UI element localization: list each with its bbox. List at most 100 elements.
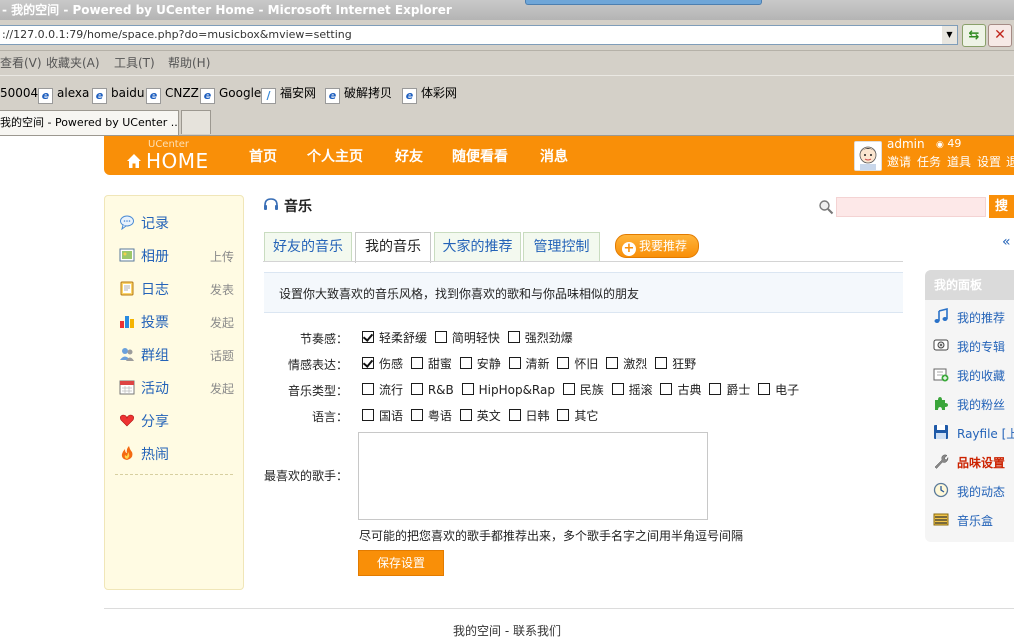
panel-item-my-activity[interactable]: 我的动态	[933, 481, 1014, 499]
checkbox[interactable]	[557, 357, 570, 369]
genre-option[interactable]: R&B	[410, 383, 454, 397]
new-tab-button[interactable]	[181, 110, 211, 134]
checkbox[interactable]	[611, 383, 624, 395]
logout-link[interactable]: 退	[1006, 153, 1014, 170]
sidebar-action-start-poll[interactable]: 发起	[210, 314, 234, 331]
link-item[interactable]: e CNZZ	[146, 85, 199, 104]
emotion-option[interactable]: 伤感	[362, 357, 403, 371]
tab-manage[interactable]: 管理控制	[523, 232, 600, 261]
save-settings-button[interactable]: 保存设置	[358, 550, 444, 576]
sidebar-item-share[interactable]: 分享	[119, 410, 234, 430]
tab-my-music[interactable]: 我的音乐	[355, 232, 431, 263]
collapse-arrow-icon[interactable]: «	[1002, 234, 1011, 250]
link-item[interactable]: 50004	[0, 85, 38, 101]
checkbox[interactable]	[507, 331, 520, 343]
genre-option[interactable]: 流行	[362, 383, 403, 397]
language-option[interactable]: 日韩	[508, 409, 550, 423]
checkbox[interactable]	[606, 357, 619, 369]
link-item[interactable]: e 破解拷贝	[325, 85, 392, 104]
username-link[interactable]: admin	[887, 137, 925, 151]
rhythm-option[interactable]: 轻柔舒缓	[362, 331, 427, 345]
browser-tab-active[interactable]: 我的空间 - Powered by UCenter ...	[0, 110, 179, 135]
panel-item-my-album[interactable]: 我的专辑	[933, 336, 1014, 354]
sidebar-action-topic[interactable]: 话题	[210, 347, 234, 364]
checkbox[interactable]	[362, 331, 374, 343]
search-button[interactable]: 搜	[989, 195, 1014, 218]
panel-item-my-favorites[interactable]: 我的收藏	[933, 365, 1014, 383]
checkbox[interactable]	[362, 409, 374, 421]
link-item[interactable]: e 体彩网	[402, 85, 457, 104]
sidebar-item-poll[interactable]: 投票 发起	[119, 311, 234, 331]
language-option[interactable]: 国语	[362, 409, 403, 423]
genre-option[interactable]: 电子	[758, 383, 799, 397]
language-option[interactable]: 英文	[459, 409, 501, 423]
sidebar-item-group[interactable]: 群组 话题	[119, 344, 234, 364]
emotion-option[interactable]: 安静	[459, 357, 501, 371]
link-item[interactable]: e alexa	[38, 85, 89, 104]
checkbox[interactable]	[758, 383, 771, 395]
sidebar-item-record[interactable]: 记录	[119, 212, 234, 232]
checkbox[interactable]	[709, 383, 722, 395]
checkbox[interactable]	[410, 383, 423, 395]
search-input[interactable]	[836, 197, 986, 217]
nav-home[interactable]: 首页	[249, 146, 277, 166]
checkbox[interactable]	[410, 357, 423, 369]
sidebar-item-album[interactable]: 相册 上传	[119, 245, 234, 265]
settings-link[interactable]: 设置	[977, 153, 1001, 170]
recommend-button[interactable]: + 我要推荐	[615, 234, 699, 258]
emotion-option[interactable]: 狂野	[655, 357, 696, 371]
checkbox[interactable]	[461, 383, 474, 395]
genre-option[interactable]: 古典	[660, 383, 702, 397]
link-item[interactable]: ∕ 福安网	[261, 85, 316, 104]
tab-friends-music[interactable]: 好友的音乐	[264, 232, 352, 261]
sidebar-action-start-event[interactable]: 发起	[210, 380, 234, 397]
invite-link[interactable]: 邀请	[887, 153, 911, 170]
menu-view[interactable]: 查看(V)	[0, 51, 42, 75]
checkbox[interactable]	[434, 331, 447, 343]
checkbox[interactable]	[508, 357, 521, 369]
checkbox[interactable]	[508, 409, 521, 421]
nav-friends[interactable]: 好友	[395, 146, 423, 166]
sidebar-action-post[interactable]: 发表	[210, 281, 234, 298]
link-item[interactable]: e Google	[200, 85, 261, 104]
avatar[interactable]	[854, 141, 882, 171]
genre-option[interactable]: HipHop&Rap	[461, 383, 555, 397]
language-option[interactable]: 粤语	[410, 409, 452, 423]
refresh-go-button[interactable]: ⇆	[962, 24, 986, 47]
address-dropdown-icon[interactable]: ▼	[942, 25, 958, 45]
sidebar-action-upload[interactable]: 上传	[210, 248, 234, 265]
link-item[interactable]: e baidu	[92, 85, 145, 104]
address-input[interactable]: ://127.0.0.1:79/home/space.php?do=musicb…	[0, 25, 945, 45]
checkbox[interactable]	[362, 383, 374, 395]
props-link[interactable]: 道具	[947, 153, 971, 170]
panel-item-rayfile[interactable]: Rayfile [上	[933, 423, 1014, 441]
checkbox[interactable]	[459, 357, 472, 369]
panel-item-music-box[interactable]: 音乐盒	[933, 510, 1014, 528]
nav-messages[interactable]: 消息	[540, 146, 568, 166]
sidebar-item-blog[interactable]: 日志 发表	[119, 278, 234, 298]
sidebar-item-hot[interactable]: 热闹	[119, 443, 234, 463]
tasks-link[interactable]: 任务	[917, 153, 941, 170]
emotion-option[interactable]: 甜蜜	[410, 357, 452, 371]
nav-browse[interactable]: 随便看看	[452, 146, 508, 166]
checkbox[interactable]	[655, 357, 668, 369]
menu-help[interactable]: 帮助(H)	[168, 51, 210, 75]
rhythm-option[interactable]: 简明轻快	[434, 331, 500, 345]
checkbox[interactable]	[410, 409, 423, 421]
nav-profile[interactable]: 个人主页	[307, 146, 363, 166]
checkbox[interactable]	[362, 357, 374, 369]
genre-option[interactable]: 爵士	[709, 383, 750, 397]
tab-everyone-recommend[interactable]: 大家的推荐	[434, 232, 521, 261]
emotion-option[interactable]: 激烈	[606, 357, 647, 371]
checkbox[interactable]	[557, 409, 570, 421]
stop-button[interactable]: ✕	[988, 24, 1012, 47]
genre-option[interactable]: 民族	[562, 383, 604, 397]
panel-item-taste-settings[interactable]: 品味设置	[933, 452, 1014, 470]
genre-option[interactable]: 摇滚	[611, 383, 653, 397]
panel-item-my-recommend[interactable]: 我的推荐	[933, 307, 1014, 325]
checkbox[interactable]	[660, 383, 673, 395]
sidebar-item-event[interactable]: 活动 发起	[119, 377, 234, 397]
menu-favorites[interactable]: 收藏夹(A)	[46, 51, 100, 75]
language-option[interactable]: 其它	[557, 409, 598, 423]
checkbox[interactable]	[459, 409, 472, 421]
